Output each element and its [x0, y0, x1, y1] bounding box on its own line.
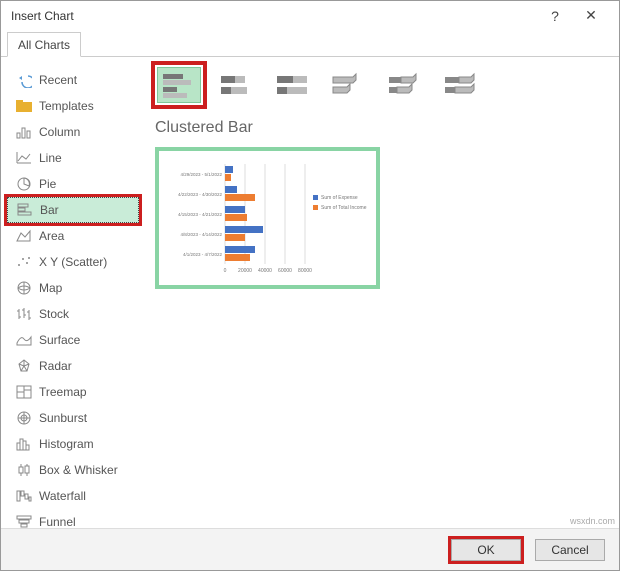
svg-text:Sum of Expense: Sum of Expense — [321, 195, 358, 201]
subtype-3d-clustered-bar[interactable] — [327, 67, 371, 103]
svg-text:60000: 60000 — [278, 268, 292, 274]
sidebar-item-bar[interactable]: Bar — [7, 197, 139, 223]
sidebar-item-label: Box & Whisker — [35, 463, 118, 477]
subtype-3d-stacked-bar[interactable] — [383, 67, 427, 103]
sidebar-item-label: Funnel — [35, 515, 76, 529]
watermark: wsxdn.com — [570, 516, 615, 526]
sidebar-item-area[interactable]: Area — [7, 223, 139, 249]
svg-text:Sum of Total Income: Sum of Total Income — [321, 205, 367, 211]
svg-text:0: 0 — [224, 268, 227, 274]
sidebar-item-label: Sunburst — [35, 411, 87, 425]
boxwhisker-chart-icon — [13, 463, 35, 477]
tab-all-charts[interactable]: All Charts — [7, 32, 81, 57]
svg-text:4/1/2023 - 4/7/2022: 4/1/2023 - 4/7/2022 — [183, 252, 223, 257]
sidebar-item-templates[interactable]: Templates — [7, 93, 139, 119]
sidebar-item-label: Stock — [35, 307, 69, 321]
close-icon[interactable]: ✕ — [573, 7, 609, 24]
sidebar-item-label: Column — [35, 125, 80, 139]
undo-icon — [13, 72, 35, 88]
chart-category-sidebar: Recent Templates Column Line Pie — [1, 57, 141, 521]
line-chart-icon — [13, 151, 35, 165]
surface-chart-icon — [13, 333, 35, 347]
scatter-chart-icon — [13, 255, 35, 269]
sidebar-item-pie[interactable]: Pie — [7, 171, 139, 197]
folder-icon — [13, 100, 35, 112]
dialog-title: Insert Chart — [11, 9, 537, 23]
sidebar-item-label: Recent — [35, 73, 77, 87]
insert-chart-dialog: Insert Chart ? ✕ All Charts Recent Templ… — [0, 0, 620, 571]
stock-chart-icon — [13, 307, 35, 321]
subtype-3d-100-stacked-bar[interactable] — [439, 67, 483, 103]
sidebar-item-label: Histogram — [35, 437, 94, 451]
waterfall-chart-icon — [13, 489, 35, 503]
sidebar-item-label: Radar — [35, 359, 72, 373]
sidebar-item-surface[interactable]: Surface — [7, 327, 139, 353]
sunburst-chart-icon — [13, 410, 35, 426]
chart-subtype-title: Clustered Bar — [155, 119, 609, 137]
sidebar-item-label: Templates — [35, 99, 94, 113]
sidebar-item-sunburst[interactable]: Sunburst — [7, 405, 139, 431]
sidebar-item-label: Treemap — [35, 385, 87, 399]
sidebar-item-radar[interactable]: Radar — [7, 353, 139, 379]
sidebar-item-label: X Y (Scatter) — [35, 255, 107, 269]
sidebar-item-waterfall[interactable]: Waterfall — [7, 483, 139, 509]
bar-chart-icon — [14, 203, 36, 217]
sidebar-item-treemap[interactable]: Treemap — [7, 379, 139, 405]
sidebar-item-label: Area — [35, 229, 64, 243]
subtype-clustered-bar[interactable] — [157, 67, 201, 103]
sidebar-item-label: Waterfall — [35, 489, 86, 503]
help-icon[interactable]: ? — [537, 8, 573, 24]
svg-text:4/22/2023 - 4/30/2022: 4/22/2023 - 4/30/2022 — [178, 192, 223, 197]
sidebar-item-label: Pie — [35, 177, 56, 191]
column-chart-icon — [13, 125, 35, 139]
chart-preview[interactable]: 0 20000 40000 60000 80000 4/29/2023 - 5/1/202… — [155, 147, 380, 289]
sidebar-item-stock[interactable]: Stock — [7, 301, 139, 327]
svg-text:4/29/2023 - 5/1/2022: 4/29/2023 - 5/1/2022 — [180, 172, 222, 177]
area-chart-icon — [13, 229, 35, 243]
dialog-footer: OK Cancel — [1, 528, 619, 570]
sidebar-item-line[interactable]: Line — [7, 145, 139, 171]
cancel-button[interactable]: Cancel — [535, 539, 605, 561]
sidebar-item-label: Line — [35, 151, 62, 165]
ok-button[interactable]: OK — [451, 539, 521, 561]
svg-text:40000: 40000 — [258, 268, 272, 274]
chart-detail-pane: Clustered Bar 0 20000 40000 60000 80000 4/29/… — [141, 57, 619, 521]
pie-chart-icon — [13, 176, 35, 192]
sidebar-item-label: Bar — [36, 203, 59, 217]
sidebar-item-recent[interactable]: Recent — [7, 67, 139, 93]
svg-text:20000: 20000 — [238, 268, 252, 274]
sidebar-item-scatter[interactable]: X Y (Scatter) — [7, 249, 139, 275]
map-chart-icon — [13, 280, 35, 296]
title-bar: Insert Chart ? ✕ — [1, 1, 619, 31]
subtype-100-stacked-bar[interactable] — [271, 67, 315, 103]
svg-text:80000: 80000 — [298, 268, 312, 274]
tab-bar: All Charts — [1, 31, 619, 57]
radar-chart-icon — [13, 358, 35, 374]
sidebar-item-box-whisker[interactable]: Box & Whisker — [7, 457, 139, 483]
histogram-chart-icon — [13, 437, 35, 451]
sidebar-item-histogram[interactable]: Histogram — [7, 431, 139, 457]
sidebar-item-map[interactable]: Map — [7, 275, 139, 301]
treemap-chart-icon — [13, 385, 35, 399]
svg-text:4/15/2023 - 4/21/2022: 4/15/2023 - 4/21/2022 — [178, 212, 223, 217]
svg-text:4/8/2023 - 4/14/2022: 4/8/2023 - 4/14/2022 — [180, 232, 222, 237]
sidebar-item-column[interactable]: Column — [7, 119, 139, 145]
sidebar-item-label: Map — [35, 281, 62, 295]
sidebar-item-label: Surface — [35, 333, 80, 347]
chart-subtype-row — [155, 65, 609, 105]
funnel-chart-icon — [13, 515, 35, 529]
subtype-stacked-bar[interactable] — [215, 67, 259, 103]
